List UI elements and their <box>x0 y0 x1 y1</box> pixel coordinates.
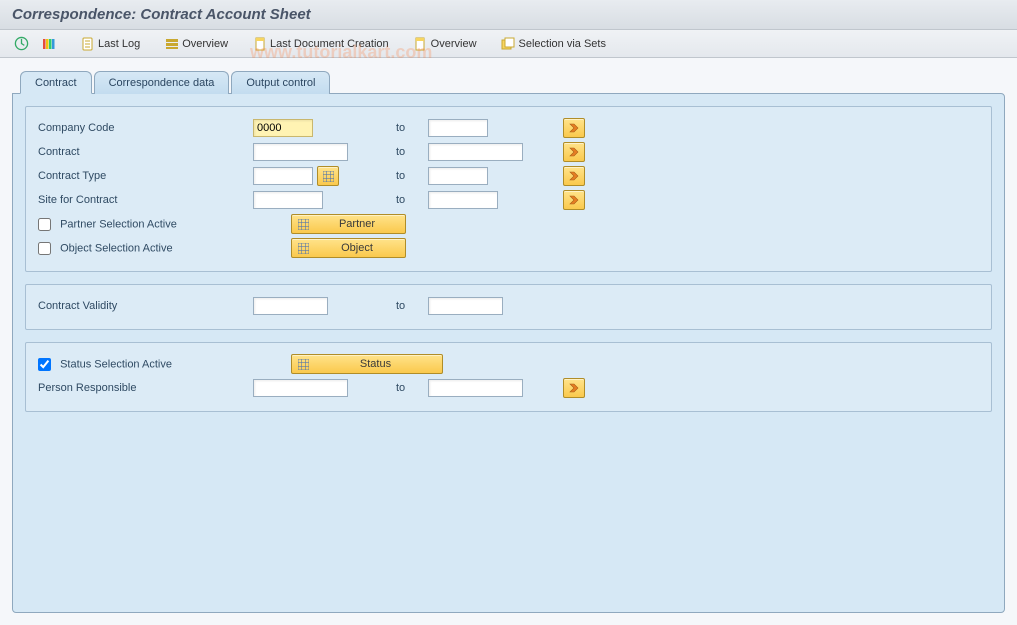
log-icon <box>80 36 95 51</box>
last-log-button[interactable]: Last Log <box>76 34 144 53</box>
partner-button[interactable]: Partner <box>291 214 406 234</box>
sets-icon <box>501 36 516 51</box>
group-contract-selection: Company Code to Contract to <box>25 106 992 272</box>
tab-panel-contract: Company Code to Contract to <box>12 93 1005 613</box>
contract-type-input[interactable] <box>253 167 313 185</box>
partner-button-label: Partner <box>315 218 399 230</box>
object-button-label: Object <box>315 242 399 254</box>
contract-type-help-button[interactable] <box>317 166 339 186</box>
validity-label: Contract Validity <box>38 300 253 312</box>
title-bar: Correspondence: Contract Account Sheet <box>0 0 1017 30</box>
arrow-right-icon <box>568 194 580 206</box>
object-button[interactable]: Object <box>291 238 406 258</box>
contract-type-label: Contract Type <box>38 170 253 182</box>
object-selection-checkbox[interactable] <box>38 242 51 255</box>
object-selection-label: Object Selection Active <box>60 242 173 254</box>
grid-icon <box>298 359 309 370</box>
arrow-right-icon <box>568 122 580 134</box>
arrow-right-icon <box>568 170 580 182</box>
contract-to-input[interactable] <box>428 143 523 161</box>
grid-icon <box>323 171 334 182</box>
rainbow-icon <box>41 36 56 51</box>
status-selection-label: Status Selection Active <box>60 358 172 370</box>
site-input[interactable] <box>253 191 323 209</box>
status-button[interactable]: Status <box>291 354 443 374</box>
partner-selection-label: Partner Selection Active <box>60 218 177 230</box>
partner-selection-checkbox[interactable] <box>38 218 51 231</box>
site-to-input[interactable] <box>428 191 498 209</box>
person-label: Person Responsible <box>38 382 253 394</box>
status-button-label: Status <box>315 358 436 370</box>
execute-button[interactable] <box>10 34 33 53</box>
company-code-label: Company Code <box>38 122 253 134</box>
page-title: Correspondence: Contract Account Sheet <box>12 6 311 23</box>
company-code-to-input[interactable] <box>428 119 488 137</box>
last-doc-label: Last Document Creation <box>270 38 389 50</box>
grid-icon <box>298 243 309 254</box>
doc-icon <box>252 36 267 51</box>
contract-multiple-button[interactable] <box>563 142 585 162</box>
grid-icon <box>298 219 309 230</box>
to-label-3: to <box>368 170 428 182</box>
group-validity: Contract Validity to <box>25 284 992 330</box>
selection-via-sets-label: Selection via Sets <box>519 38 606 50</box>
last-log-label: Last Log <box>98 38 140 50</box>
company-code-input[interactable] <box>253 119 313 137</box>
site-label: Site for Contract <box>38 194 253 206</box>
status-selection-row: Status Selection Active <box>38 358 253 371</box>
arrow-right-icon <box>568 382 580 394</box>
contract-label: Contract <box>38 146 253 158</box>
overview-button-2[interactable]: Overview <box>409 34 481 53</box>
doc2-icon <box>413 36 428 51</box>
site-multiple-button[interactable] <box>563 190 585 210</box>
overview-icon <box>164 36 179 51</box>
company-code-multiple-button[interactable] <box>563 118 585 138</box>
tab-contract[interactable]: Contract <box>20 71 92 94</box>
content-area: Contract Correspondence data Output cont… <box>0 58 1017 625</box>
selection-via-sets-button[interactable]: Selection via Sets <box>497 34 610 53</box>
overview-button-1[interactable]: Overview <box>160 34 232 53</box>
execute-icon <box>14 36 29 51</box>
person-input[interactable] <box>253 379 348 397</box>
group-status: Status Selection Active Status Person Re… <box>25 342 992 412</box>
toolbar: Last Log Overview Last Document Creation… <box>0 30 1017 58</box>
contract-input[interactable] <box>253 143 348 161</box>
person-multiple-button[interactable] <box>563 378 585 398</box>
overview-label-2: Overview <box>431 38 477 50</box>
arrow-right-icon <box>568 146 580 158</box>
validity-to-input[interactable] <box>428 297 503 315</box>
to-label-5: to <box>368 300 428 312</box>
rainbow-button[interactable] <box>37 34 60 53</box>
to-label-2: to <box>368 146 428 158</box>
validity-from-input[interactable] <box>253 297 328 315</box>
contract-type-multiple-button[interactable] <box>563 166 585 186</box>
to-label-4: to <box>368 194 428 206</box>
contract-type-to-input[interactable] <box>428 167 488 185</box>
overview-label-1: Overview <box>182 38 228 50</box>
tabstrip: Contract Correspondence data Output cont… <box>20 70 1005 93</box>
partner-selection-row: Partner Selection Active <box>38 218 253 231</box>
tab-correspondence-data[interactable]: Correspondence data <box>94 71 230 94</box>
last-doc-button[interactable]: Last Document Creation <box>248 34 393 53</box>
status-selection-checkbox[interactable] <box>38 358 51 371</box>
tab-output-control[interactable]: Output control <box>231 71 330 94</box>
to-label-1: to <box>368 122 428 134</box>
object-selection-row: Object Selection Active <box>38 242 253 255</box>
to-label-6: to <box>368 382 428 394</box>
person-to-input[interactable] <box>428 379 523 397</box>
